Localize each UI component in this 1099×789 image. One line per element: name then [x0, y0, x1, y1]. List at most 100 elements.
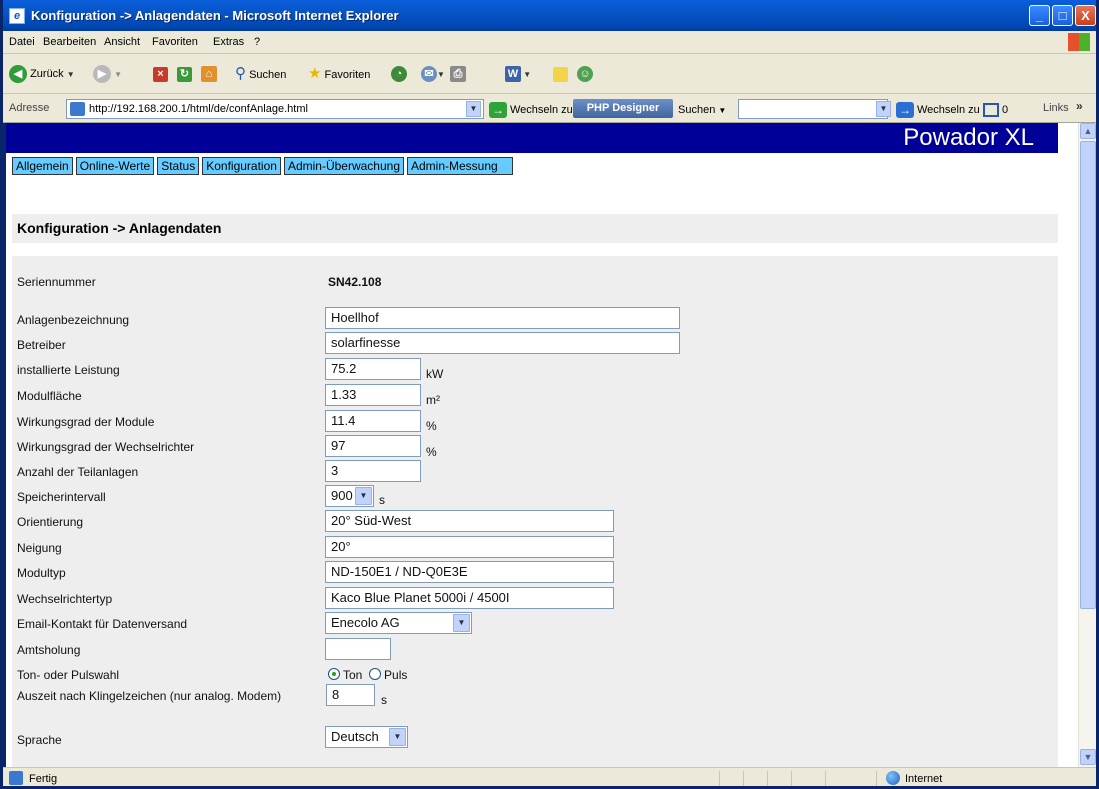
nav-admin-messung[interactable]: Admin-Messung [407, 157, 513, 175]
star-icon: ★ [308, 65, 322, 82]
edit-button[interactable]: W ▼ [505, 64, 531, 84]
ie-icon: e [9, 8, 25, 24]
go2-button[interactable]: → Wechseln zu [896, 100, 980, 120]
auszeit-label: Auszeit nach Klingelzeichen (nur analog.… [17, 689, 282, 703]
scroll-down-icon[interactable]: ▼ [1080, 749, 1096, 765]
status-divider [767, 771, 768, 786]
home-button[interactable]: ⌂ [201, 64, 217, 84]
search-button[interactable]: ⚲ Suchen [235, 64, 286, 84]
vertical-scrollbar[interactable]: ▲ ▼ [1078, 123, 1096, 767]
nav-allgemein[interactable]: Allgemein [12, 157, 73, 175]
stop-button[interactable]: × [153, 64, 168, 84]
nav-admin-ueberwachung[interactable]: Admin-Überwachung [283, 157, 404, 175]
address-input[interactable]: http://192.168.200.1/html/de/confAnlage.… [66, 99, 484, 119]
speicherintervall-unit: s [379, 493, 385, 507]
mail-button[interactable]: ✉ ▼ [421, 64, 445, 84]
auszeit-input[interactable]: 8 [326, 684, 375, 706]
betreiber-label: Betreiber [17, 338, 66, 352]
search-input-dropdown-icon[interactable]: ▼ [876, 101, 891, 117]
counter-button[interactable]: 0 [983, 100, 1008, 120]
back-arrow-icon: ◀ [9, 65, 27, 84]
email-label: Email-Kontakt für Datenversand [17, 617, 188, 631]
modulflaeche-input[interactable]: 1.33 [325, 384, 421, 406]
edit-dropdown-icon[interactable]: ▼ [521, 70, 531, 79]
leistung-label: installierte Leistung [17, 363, 120, 377]
radio-ton[interactable] [328, 668, 340, 680]
wg-module-unit: % [426, 419, 437, 433]
search-dropdown[interactable]: Suchen ▼ [678, 100, 726, 120]
address-bar: Adresse http://192.168.200.1/html/de/con… [3, 94, 1096, 123]
minimize-button[interactable]: _ [1029, 5, 1050, 26]
anlagenbezeichnung-input[interactable]: Hoellhof [325, 307, 680, 329]
messenger-button[interactable]: ☺ [577, 64, 593, 84]
menu-help[interactable]: ? [254, 36, 260, 48]
radio-puls[interactable] [369, 668, 382, 680]
close-button[interactable]: X [1075, 5, 1096, 26]
history-icon: ◔ [391, 66, 407, 83]
scroll-thumb[interactable] [1080, 141, 1096, 609]
neigung-input[interactable]: 20° [325, 536, 614, 558]
speicherintervall-select[interactable]: 900 ▼ [325, 485, 374, 507]
status-text: Fertig [29, 773, 58, 785]
serial-value: SN42.108 [328, 275, 382, 289]
status-bar: Fertig Internet [3, 767, 1096, 786]
history-button[interactable]: ◔ [391, 64, 407, 84]
chevron-right-icon[interactable]: » [1076, 99, 1083, 113]
teilanlagen-input[interactable]: 3 [325, 460, 421, 482]
betreiber-input[interactable]: solarfinesse [325, 332, 680, 354]
mail-dropdown-icon[interactable]: ▼ [437, 70, 445, 79]
php-designer-button[interactable]: PHP Designer [573, 99, 673, 118]
print-icon: ⎙ [450, 66, 466, 83]
links-label[interactable]: Links [1043, 102, 1069, 114]
nav-konfiguration[interactable]: Konfiguration [202, 157, 281, 175]
zone-label: Internet [905, 773, 943, 785]
back-button[interactable]: ◀ Zurück ▼ [9, 64, 75, 84]
word-icon: W [505, 66, 521, 83]
search-label: Suchen [249, 69, 287, 81]
page-done-icon [9, 771, 23, 785]
scroll-up-icon[interactable]: ▲ [1080, 123, 1096, 139]
address-label: Adresse [9, 102, 50, 114]
email-select[interactable]: Enecolo AG ▼ [325, 612, 472, 634]
discuss-button[interactable] [553, 64, 568, 84]
nav-online-werte[interactable]: Online-Werte [75, 157, 155, 175]
menu-bearbeiten[interactable]: Bearbeiten [43, 36, 96, 48]
sprache-select[interactable]: Deutsch ▼ [325, 726, 408, 748]
wr-typ-input[interactable]: Kaco Blue Planet 5000i / 4500I [325, 587, 614, 609]
leistung-input[interactable]: 75.2 [325, 358, 421, 380]
address-dropdown-icon[interactable]: ▼ [466, 101, 481, 117]
forward-button[interactable]: ▶ ▼ [93, 64, 122, 84]
favorites-button[interactable]: ★ Favoriten [308, 64, 370, 84]
wg-wr-input[interactable]: 97 [325, 435, 421, 457]
window-title: Konfiguration -> Anlagendaten - Microsof… [31, 8, 399, 23]
print-button[interactable]: ⎙ [450, 64, 466, 84]
menu-extras[interactable]: Extras [213, 36, 244, 48]
menu-datei[interactable]: Datei [9, 36, 35, 48]
chevron-down-icon: ▼ [453, 614, 470, 632]
status-divider [791, 771, 792, 786]
modultyp-input[interactable]: ND-150E1 / ND-Q0E3E [325, 561, 614, 583]
speicherintervall-value: 900 [331, 488, 353, 503]
leistung-unit: kW [426, 367, 444, 381]
browser-window: e Konfiguration -> Anlagendaten - Micros… [0, 0, 1099, 789]
menu-favoriten[interactable]: Favoriten [152, 36, 198, 48]
teilanlagen-label: Anzahl der Teilanlagen [17, 465, 139, 479]
amtsholung-input[interactable] [325, 638, 391, 660]
toolbar: ◀ Zurück ▼ ▶ ▼ × ↻ ⌂ ⚲ Suchen ★ Favorite… [3, 54, 1096, 94]
search-input[interactable] [738, 99, 888, 119]
search2-dropdown-icon: ▼ [718, 106, 727, 115]
wahl-radio-group: Ton Puls [328, 668, 407, 682]
go-button[interactable]: → Wechseln zu [489, 100, 573, 120]
search2-label: Suchen [678, 104, 716, 116]
sprache-value: Deutsch [331, 729, 379, 744]
orientierung-input[interactable]: 20° Süd-West [325, 510, 614, 532]
maximize-button[interactable]: □ [1052, 5, 1073, 26]
back-dropdown-icon[interactable]: ▼ [67, 70, 75, 79]
menu-bar: Datei Bearbeiten Ansicht Favoriten Extra… [3, 31, 1096, 54]
wg-module-input[interactable]: 11.4 [325, 410, 421, 432]
forward-dropdown-icon[interactable]: ▼ [114, 70, 122, 79]
menu-ansicht[interactable]: Ansicht [104, 36, 140, 48]
nav-status[interactable]: Status [157, 157, 200, 175]
brand-banner: Powador XL [6, 123, 1058, 153]
refresh-button[interactable]: ↻ [177, 64, 192, 84]
